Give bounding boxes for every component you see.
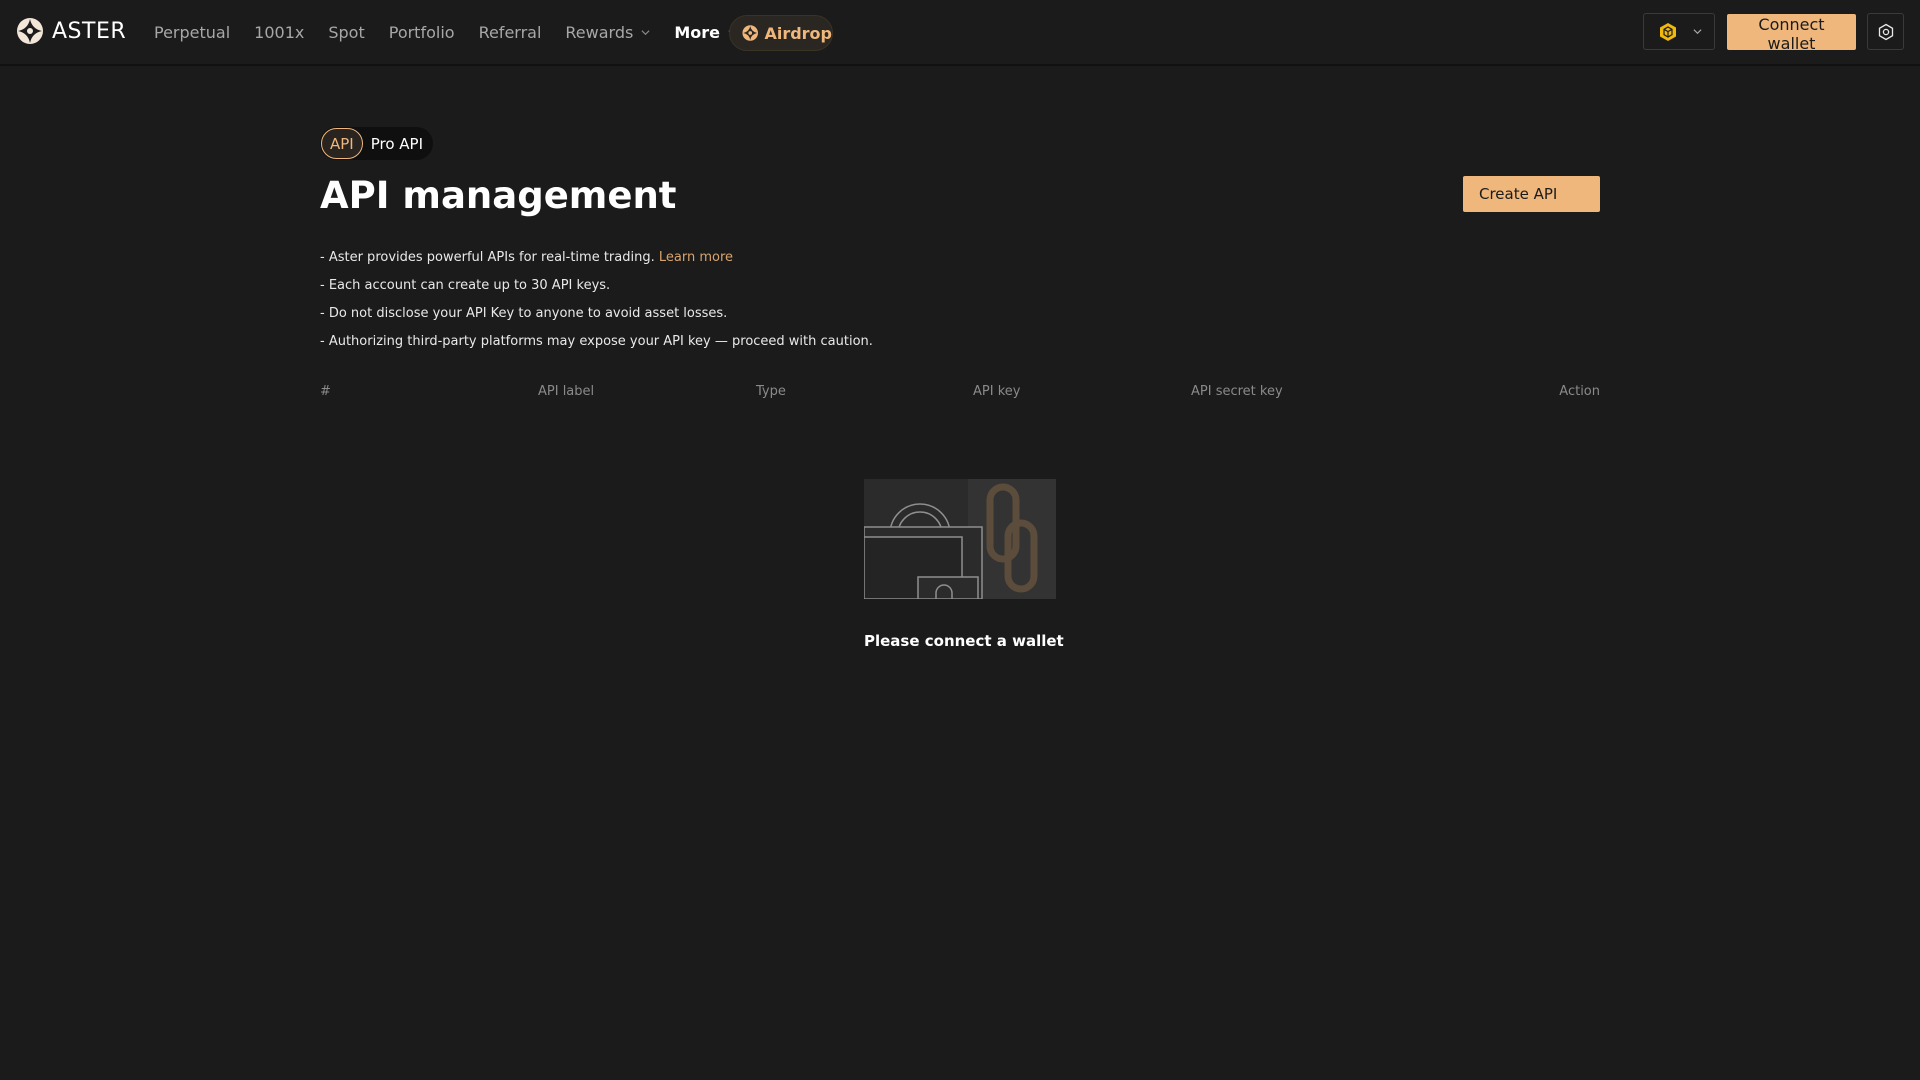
- note-text: - Aster provides powerful APIs for real-…: [320, 250, 655, 265]
- lock-chain-illustration: [864, 479, 1056, 599]
- settings-button[interactable]: [1867, 13, 1904, 50]
- logo-text: ASTER: [52, 18, 127, 44]
- api-type-toggle: API Pro API: [320, 127, 433, 160]
- nav-item-spot[interactable]: Spot: [328, 23, 364, 42]
- note-item: - Authorizing third-party platforms may …: [320, 334, 873, 349]
- nav-item-rewards-label: Rewards: [565, 22, 634, 42]
- connect-wallet-button[interactable]: Connect wallet: [1727, 14, 1856, 53]
- chain-selector[interactable]: [1643, 13, 1715, 50]
- column-header-api-secret-key: API secret key: [1191, 384, 1283, 399]
- chevron-down-icon: [641, 29, 650, 35]
- column-header-index: #: [320, 384, 331, 399]
- learn-more-link[interactable]: Learn more: [659, 250, 733, 265]
- tab-pro-api[interactable]: Pro API: [371, 135, 423, 153]
- column-header-api-key: API key: [973, 384, 1021, 399]
- aster-airdrop-icon: [742, 25, 758, 41]
- airdrop-label: Airdrop: [764, 23, 832, 43]
- top-navigation-bar: ASTER Perpetual 1001x Spot Portfolio Ref…: [0, 0, 1920, 66]
- main-nav: Perpetual 1001x Spot Portfolio Referral …: [154, 0, 761, 64]
- empty-state-message: Please connect a wallet: [864, 632, 1064, 650]
- api-notes: - Aster provides powerful APIs for real-…: [320, 247, 873, 359]
- note-item: - Each account can create up to 30 API k…: [320, 278, 611, 293]
- bnb-chain-icon: [1660, 22, 1676, 41]
- aster-logo[interactable]: ASTER: [16, 17, 126, 45]
- tab-api[interactable]: API: [321, 128, 363, 159]
- api-table-header: # API label Type API key API secret key …: [320, 384, 1600, 406]
- page-title: API management: [320, 174, 677, 217]
- gear-icon: [1878, 23, 1893, 40]
- chevron-down-icon: [1693, 29, 1702, 35]
- nav-item-portfolio[interactable]: Portfolio: [389, 23, 455, 42]
- note-item: - Aster provides powerful APIs for real-…: [320, 247, 873, 275]
- note-item: - Do not disclose your API Key to anyone…: [320, 306, 728, 321]
- aster-logo-icon: [17, 18, 43, 44]
- column-header-api-label: API label: [538, 384, 595, 399]
- nav-item-more-label: More: [674, 22, 720, 42]
- column-header-action: Action: [1559, 384, 1600, 399]
- airdrop-button[interactable]: Airdrop: [729, 15, 833, 51]
- nav-item-1001x[interactable]: 1001x: [254, 23, 304, 42]
- column-header-type: Type: [756, 384, 786, 399]
- create-api-button[interactable]: Create API: [1463, 176, 1600, 212]
- nav-item-perpetual[interactable]: Perpetual: [154, 23, 230, 42]
- nav-item-rewards[interactable]: Rewards: [565, 23, 650, 42]
- nav-item-more[interactable]: More: [674, 23, 737, 42]
- nav-item-referral[interactable]: Referral: [479, 23, 542, 42]
